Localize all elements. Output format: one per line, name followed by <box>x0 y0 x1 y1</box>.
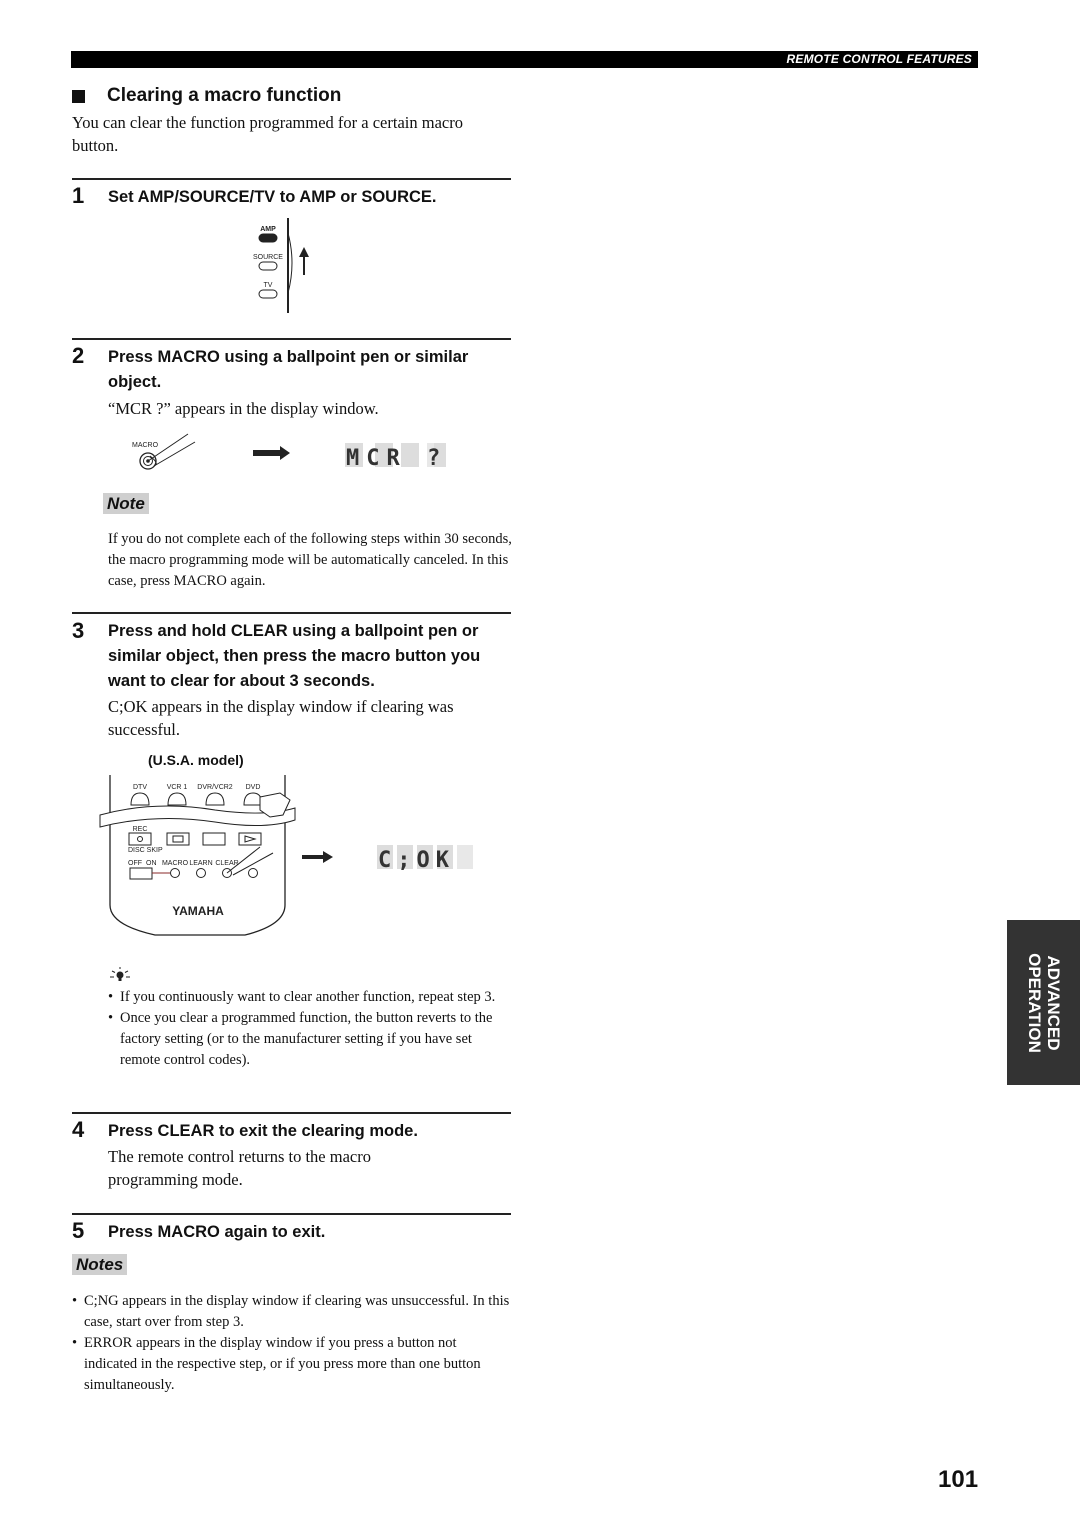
step-divider <box>72 338 511 340</box>
notes-label: Notes <box>72 1254 128 1275</box>
pause-button <box>202 832 226 846</box>
bottom-button-label: MACRO <box>162 860 189 867</box>
step-5-number: 5 <box>72 1218 85 1243</box>
switch-off-label: OFF <box>128 860 142 867</box>
rename-button <box>248 868 258 878</box>
yamaha-logo: YAMAHA <box>172 904 224 918</box>
side-tab-line-2: OPERATION <box>1024 952 1044 1053</box>
dtv-button <box>130 792 150 806</box>
right-arrow-icon <box>253 446 290 460</box>
step-3-instruction: Press and hold CLEAR using a ballpoint p… <box>108 622 481 690</box>
dvr-vcr2-button <box>205 792 225 806</box>
tips-list: If you continuously want to clear anothe… <box>108 987 513 1071</box>
step-4-instruction: Press CLEAR to exit the clearing mode. <box>108 1122 418 1140</box>
notes-badge: Notes <box>72 1254 128 1275</box>
tip-item: If you continuously want to clear anothe… <box>108 987 513 1008</box>
step-divider <box>72 178 511 180</box>
display-window-cok: C;OK <box>377 845 473 873</box>
macro-button-label: MACRO <box>132 442 159 449</box>
tv-position-indicator <box>258 289 278 299</box>
display-text-mcr: MCR ? <box>346 446 447 471</box>
chapter-side-tab: ADVANCED OPERATION <box>1007 920 1080 1085</box>
step-divider <box>72 1112 511 1114</box>
macro-press-illustration: MACRO MCR ? <box>132 433 447 471</box>
top-button-label: VCR 1 <box>167 784 188 791</box>
note-item: ERROR appears in the display window if y… <box>72 1333 512 1396</box>
power-switch <box>129 867 153 880</box>
remote-control-illustration: DTV VCR 1 DVR/VCR2 DVD REC DISC SKIP OFF… <box>99 775 473 936</box>
notes-list: C;NG appears in the display window if cl… <box>72 1291 512 1396</box>
switch-label-source: SOURCE <box>253 254 283 261</box>
step-4-detail: The remote control returns to the macro … <box>108 1147 371 1189</box>
amp-source-tv-switch-illustration: AMP SOURCE TV <box>253 218 309 313</box>
dvd-button <box>243 792 263 806</box>
section-bullet-square-icon <box>72 89 85 103</box>
switch-label-amp: AMP <box>260 226 276 233</box>
side-tab-label: ADVANCED OPERATION <box>1025 953 1063 1053</box>
chapter-header-bar: REMOTE CONTROL FEATURES <box>71 51 978 68</box>
step-divider <box>72 1213 511 1215</box>
step-3-number: 3 <box>72 618 85 643</box>
macro-button <box>170 868 180 878</box>
step-2-number: 2 <box>72 343 85 368</box>
vcr1-button <box>167 792 187 806</box>
switch-on-label: ON <box>146 860 157 867</box>
side-tab-line-1: ADVANCED <box>1043 954 1063 1051</box>
display-text-cok: C;OK <box>378 848 455 873</box>
tip-item: Once you clear a programmed function, th… <box>108 1008 513 1071</box>
section-intro: You can clear the function programmed fo… <box>72 113 463 155</box>
stop-button <box>166 832 190 846</box>
source-position-indicator <box>258 261 278 271</box>
page-number: 101 <box>938 1466 979 1493</box>
step-5-instruction: Press MACRO again to exit. <box>108 1223 326 1241</box>
step-1-number: 1 <box>72 183 85 208</box>
play-button <box>238 832 262 846</box>
step-2-detail: “MCR ?” appears in the display window. <box>108 399 379 418</box>
step-2-instruction: Press MACRO using a ballpoint pen or sim… <box>108 348 469 391</box>
note-item: C;NG appears in the display window if cl… <box>72 1291 512 1333</box>
section-title-text: Clearing a macro function <box>107 85 342 106</box>
rec-button <box>128 832 152 846</box>
amp-position-indicator <box>258 233 278 243</box>
display-window-mcr: MCR ? <box>345 443 447 471</box>
disc-skip-label: DISC SKIP <box>128 847 163 854</box>
step-4-number: 4 <box>72 1117 85 1142</box>
top-button-label: DVR/VCR2 <box>197 784 233 791</box>
note-label: Note <box>103 493 149 514</box>
bottom-button-label: LEARN <box>189 860 212 867</box>
rec-label: REC <box>133 826 148 833</box>
ballpoint-pen-icon <box>147 433 196 467</box>
up-arrow-icon <box>299 247 309 275</box>
step-3-detail: C;OK appears in the display window if cl… <box>108 697 454 739</box>
step-1-instruction: Set AMP/SOURCE/TV to AMP or SOURCE. <box>108 188 437 206</box>
top-button-label: DTV <box>133 784 147 791</box>
note-badge: Note <box>103 493 149 514</box>
remote-model-label: (U.S.A. model) <box>148 752 244 768</box>
tip-lightbulb-icon <box>110 967 130 981</box>
chapter-header-label: REMOTE CONTROL FEATURES <box>786 52 972 66</box>
step-divider <box>72 612 511 614</box>
top-button-label: DVD <box>246 784 261 791</box>
note-text: If you do not complete each of the follo… <box>108 531 512 589</box>
switch-label-tv: TV <box>264 282 273 289</box>
right-arrow-icon <box>302 851 333 863</box>
learn-button <box>196 868 206 878</box>
section-title: Clearing a macro function <box>72 85 341 107</box>
